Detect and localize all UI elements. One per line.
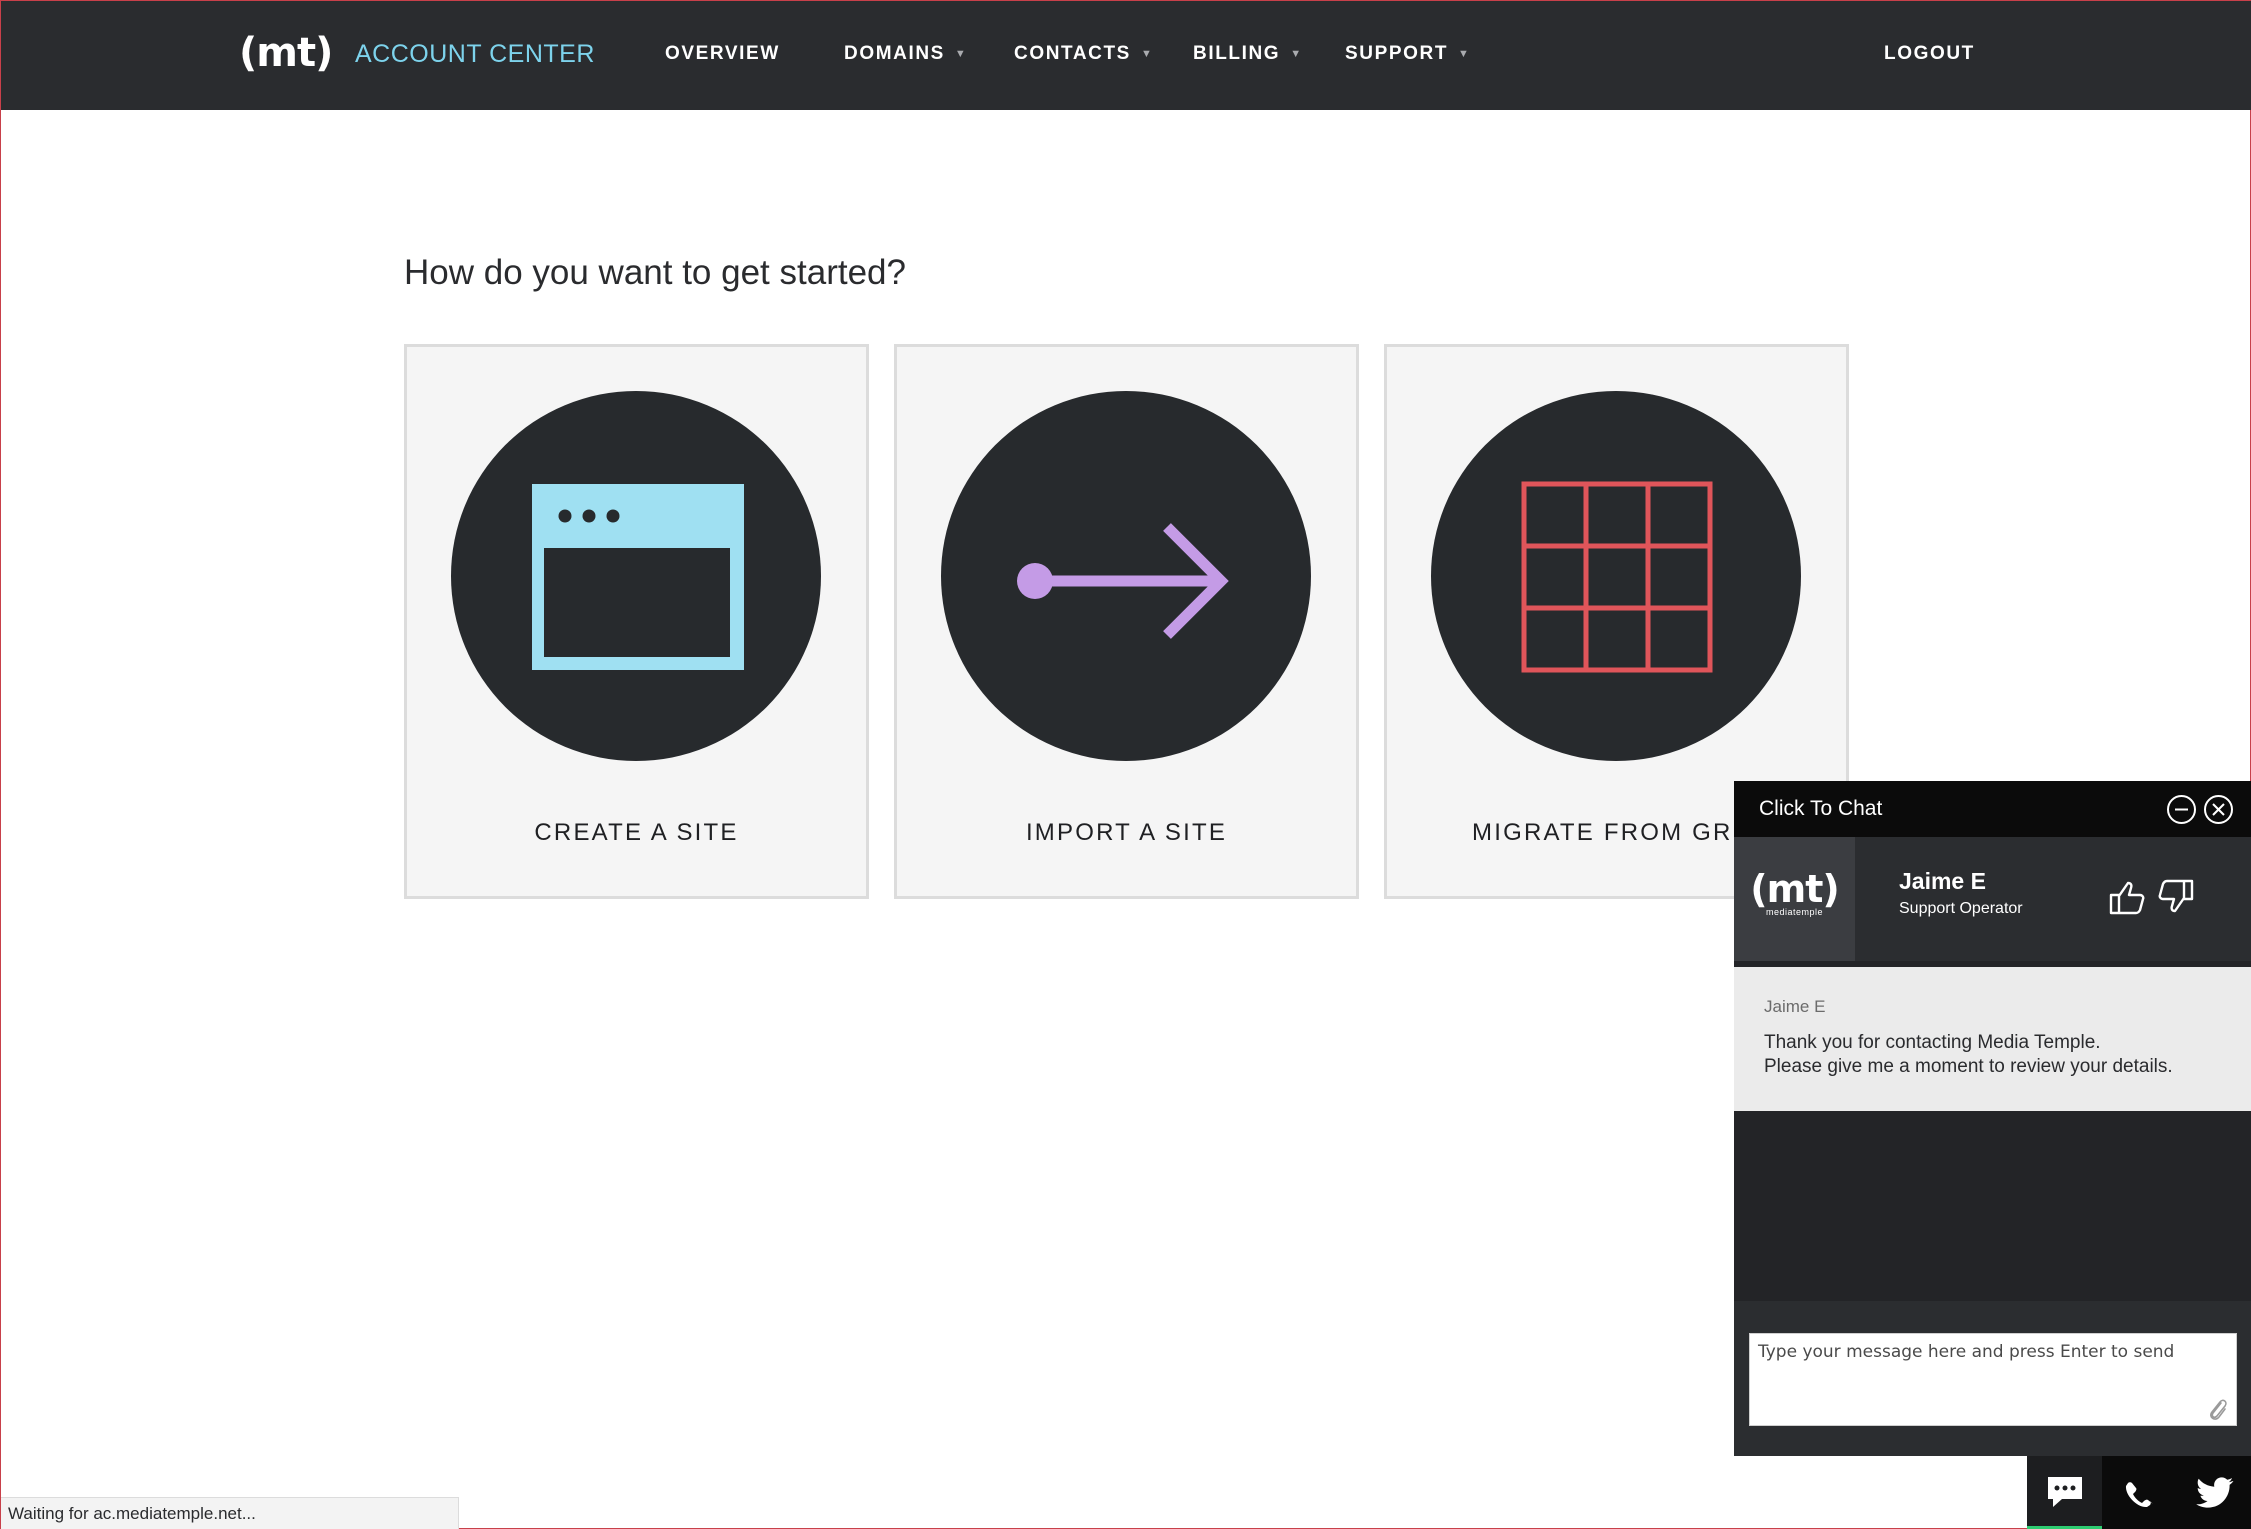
chat-header: Click To Chat [1734, 781, 2251, 837]
nav-domains[interactable]: DOMAINS ▼ [844, 34, 967, 74]
chevron-down-icon: ▼ [1290, 48, 1303, 60]
phone-tab[interactable] [2102, 1456, 2177, 1529]
create-site-disc [451, 391, 821, 761]
nav-contacts-label: CONTACTS [1014, 43, 1131, 65]
import-site-disc [941, 391, 1311, 761]
message-line: Please give me a moment to review your d… [1764, 1056, 2173, 1077]
nav-overview-label: OVERVIEW [665, 43, 780, 64]
twitter-tab[interactable] [2177, 1456, 2251, 1529]
nav-support-label: SUPPORT [1345, 43, 1449, 65]
browser-window-icon [532, 484, 744, 670]
thumbs-down-icon[interactable] [2156, 877, 2196, 917]
operator-name: Jaime E [1899, 868, 1986, 894]
operator-logo: (mt) [1750, 867, 1840, 911]
message-body: Thank you for contacting Media Temple. P… [1764, 1031, 2222, 1079]
brand-title[interactable]: ACCOUNT CENTER [355, 34, 595, 74]
logout-link[interactable]: LOGOUT [1884, 34, 1975, 74]
logo[interactable]: (mt) [239, 25, 333, 81]
chat-messages: Jaime E Thank you for contacting Media T… [1734, 967, 2251, 1111]
chat-title: Click To Chat [1759, 797, 1883, 820]
chat-tab-bar [2027, 1456, 2251, 1529]
chevron-down-icon: ▼ [1458, 48, 1471, 60]
phone-icon [2125, 1482, 2153, 1508]
chat-bubble-icon [2048, 1477, 2082, 1507]
message-author: Jaime E [1764, 997, 1826, 1016]
operator-role: Support Operator [1899, 900, 2023, 917]
migrate-grid-disc [1431, 391, 1801, 761]
close-icon[interactable] [2204, 795, 2233, 824]
nav-billing[interactable]: BILLING ▼ [1193, 34, 1303, 74]
create-site-card[interactable]: CREATE A SITE [404, 344, 869, 899]
nav-overview[interactable]: OVERVIEW [665, 34, 780, 74]
nav-support[interactable]: SUPPORT ▼ [1345, 34, 1471, 74]
operator-row: (mt) mediatemple Jaime E Support Operato… [1734, 837, 2251, 961]
twitter-icon [2196, 1477, 2234, 1508]
status-bar: Waiting for ac.mediatemple.net... [1, 1497, 459, 1529]
arrow-right-icon [1017, 523, 1229, 639]
import-site-label: IMPORT A SITE [1025, 819, 1228, 846]
chat-message-input[interactable] [1749, 1333, 2237, 1426]
operator-avatar: (mt) mediatemple [1734, 837, 1855, 961]
top-nav: (mt) ACCOUNT CENTER OVERVIEW DOMAINS ▼ CO… [1, 1, 2251, 110]
chevron-down-icon: ▼ [1140, 48, 1154, 60]
thumbs-up-icon[interactable] [2107, 877, 2147, 917]
grid-icon [1521, 481, 1713, 673]
nav-contacts[interactable]: CONTACTS ▼ [1014, 34, 1153, 74]
chat-input-zone [1734, 1301, 2251, 1456]
chat-widget: Click To Chat (mt) mediatemple Jaime E S… [1734, 781, 2251, 1456]
create-site-label: CREATE A SITE [534, 819, 739, 846]
nav-domains-label: DOMAINS [844, 43, 945, 65]
nav-billing-label: BILLING [1193, 43, 1281, 65]
import-site-card[interactable]: IMPORT A SITE [894, 344, 1359, 899]
message-line: Thank you for contacting Media Temple. [1764, 1032, 2101, 1053]
chevron-down-icon: ▼ [954, 48, 968, 60]
minimize-icon[interactable] [2167, 795, 2196, 824]
page-heading: How do you want to get started? [404, 253, 906, 292]
paperclip-icon[interactable] [2206, 1397, 2228, 1423]
chat-tab[interactable] [2027, 1456, 2102, 1529]
